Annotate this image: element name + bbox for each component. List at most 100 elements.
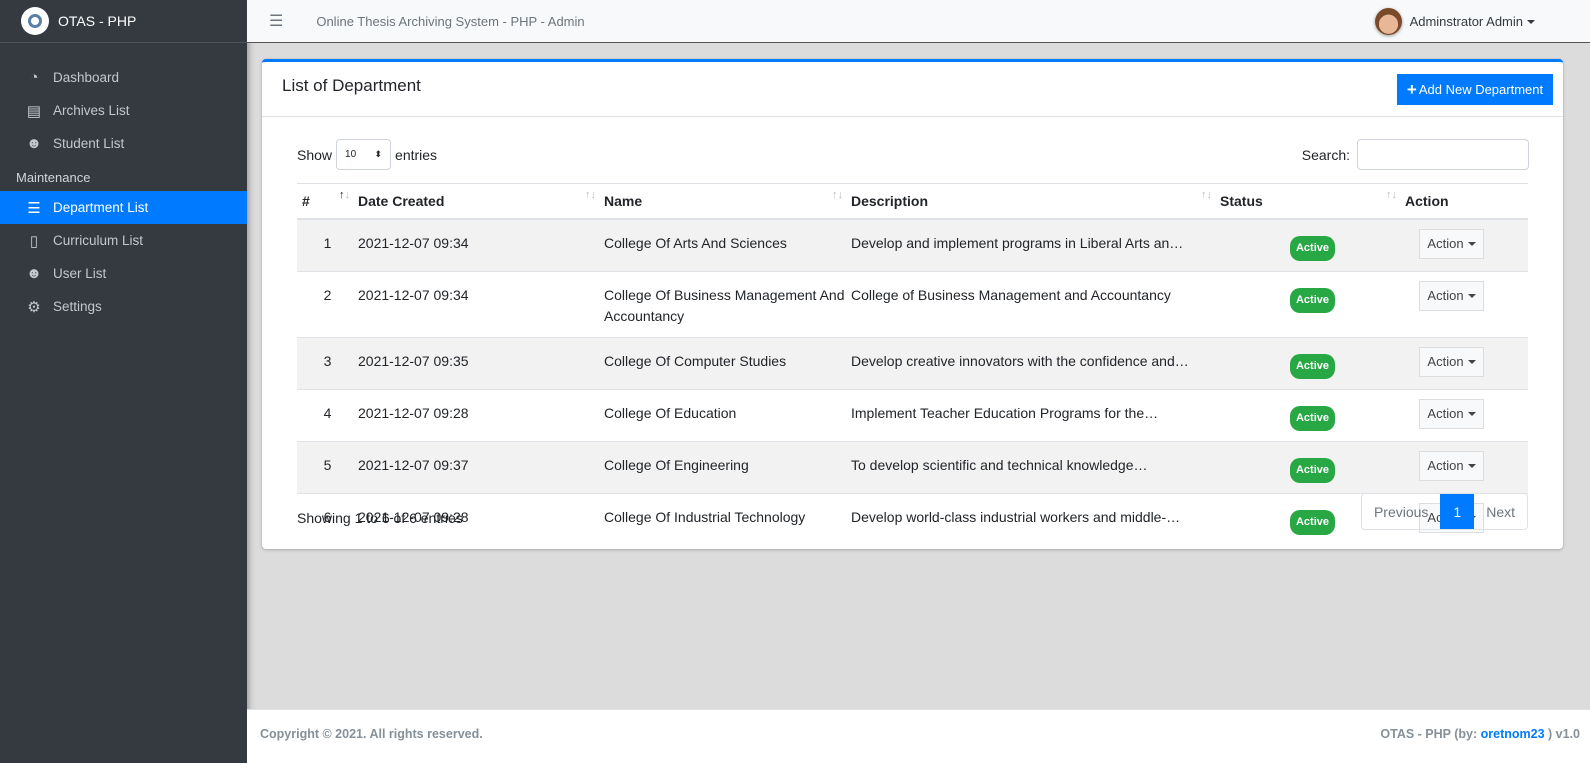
caret-down-icon bbox=[1467, 412, 1476, 417]
row-action-cell: Action bbox=[1405, 218, 1528, 271]
menu-toggle-icon[interactable]: ☰ bbox=[269, 11, 283, 31]
search-label: Search: bbox=[1301, 146, 1350, 163]
users-cog-icon: ☻ bbox=[26, 265, 42, 282]
page-title: List of Department bbox=[282, 76, 421, 95]
table-row: 2 2021-12-07 09:34 College Of Business M… bbox=[297, 270, 1528, 337]
action-dropdown-button[interactable]: Action bbox=[1419, 228, 1484, 259]
logo-icon bbox=[21, 7, 49, 35]
action-dropdown-button[interactable]: Action bbox=[1419, 280, 1484, 311]
sort-select-icon: ⬍ bbox=[374, 149, 383, 159]
row-action-cell: Action bbox=[1405, 336, 1528, 389]
page-length-select[interactable]: 10 ⬍ bbox=[336, 139, 392, 170]
sidebar-item-students[interactable]: ☻ Student List bbox=[0, 127, 247, 160]
status-badge: Active bbox=[1289, 235, 1336, 261]
next-page-button[interactable]: Next bbox=[1474, 494, 1527, 529]
column-header-number[interactable]: # ↑↓ bbox=[297, 183, 358, 220]
sidebar-item-label: Dashboard bbox=[53, 70, 120, 85]
cogs-icon: ⚙ bbox=[27, 298, 41, 316]
sidebar-item-archives[interactable]: ▤ Archives List bbox=[0, 94, 247, 127]
footer: Copyright © 2021. All rights reserved. O… bbox=[247, 709, 1590, 763]
avatar bbox=[1374, 8, 1402, 35]
status-badge: Active bbox=[1289, 509, 1336, 535]
row-name: College Of Engineering bbox=[604, 440, 851, 493]
row-date: 2021-12-07 09:37 bbox=[358, 440, 604, 493]
department-card: List of Department + Add New Department S… bbox=[262, 59, 1563, 549]
caret-down-icon bbox=[1467, 242, 1476, 247]
sidebar-item-label: Settings bbox=[53, 299, 102, 314]
row-name: College Of Education bbox=[604, 388, 851, 441]
row-status-cell: Active bbox=[1220, 336, 1405, 389]
action-dropdown-button[interactable]: Action bbox=[1419, 346, 1484, 377]
row-description: College of Business Management and Accou… bbox=[851, 270, 1220, 337]
row-number: 4 bbox=[297, 388, 358, 441]
table-row: 5 2021-12-07 09:37 College Of Engineerin… bbox=[297, 440, 1528, 493]
user-name: Adminstrator Admin bbox=[1409, 14, 1523, 29]
sidebar-item-curriculum[interactable]: ▯ Curriculum List bbox=[0, 224, 247, 257]
tachometer-icon: ◔ bbox=[29, 69, 39, 86]
sidebar-item-dashboard[interactable]: ◔ Dashboard bbox=[0, 61, 247, 94]
row-description: Develop and implement programs in Libera… bbox=[851, 218, 1220, 271]
plus-icon: + bbox=[1406, 79, 1417, 99]
sidebar-item-label: Student List bbox=[53, 136, 125, 151]
author-link[interactable]: oretnom23 bbox=[1481, 727, 1545, 741]
column-header-status[interactable]: Status ↑↓ bbox=[1220, 183, 1405, 220]
status-badge: Active bbox=[1289, 457, 1336, 483]
top-navbar: ☰ Online Thesis Archiving System - PHP -… bbox=[247, 0, 1590, 43]
scroll-icon: ▯ bbox=[29, 232, 39, 250]
user-menu[interactable]: Adminstrator Admin bbox=[1374, 8, 1535, 35]
page-1-button[interactable]: 1 bbox=[1440, 494, 1475, 529]
row-action-cell: Action bbox=[1405, 440, 1528, 493]
sort-icon: ↑↓ bbox=[1201, 189, 1212, 201]
brand-link[interactable]: OTAS - PHP bbox=[0, 0, 247, 43]
row-status-cell: Active bbox=[1220, 388, 1405, 441]
table-row: 4 2021-12-07 09:28 College Of Education … bbox=[297, 388, 1528, 441]
sort-icon: ↑↓ bbox=[585, 189, 596, 201]
row-date: 2021-12-07 09:34 bbox=[358, 218, 604, 271]
search-input[interactable] bbox=[1357, 139, 1529, 170]
row-status-cell: Active bbox=[1220, 440, 1405, 493]
column-header-action: Action bbox=[1405, 183, 1528, 220]
nav-section-maintenance: Maintenance bbox=[16, 170, 91, 185]
sidebar: OTAS - PHP ◔ Dashboard ▤ Archives List ☻ St… bbox=[0, 0, 247, 763]
row-name: College Of Business Management And Accou… bbox=[604, 270, 851, 337]
show-label: Show bbox=[297, 146, 333, 163]
sort-asc-icon: ↑↓ bbox=[339, 189, 350, 201]
row-status-cell: Active bbox=[1220, 270, 1405, 337]
sidebar-item-label: Archives List bbox=[53, 103, 130, 118]
status-badge: Active bbox=[1289, 353, 1336, 379]
sidebar-item-label: User List bbox=[53, 266, 107, 281]
action-dropdown-button[interactable]: Action bbox=[1419, 398, 1484, 429]
caret-down-icon bbox=[1467, 294, 1476, 299]
column-header-description[interactable]: Description ↑↓ bbox=[851, 183, 1220, 220]
add-button-label: Add New Department bbox=[1418, 82, 1544, 97]
system-title: Online Thesis Archiving System - PHP - A… bbox=[316, 13, 585, 29]
sidebar-item-users[interactable]: ☻ User List bbox=[0, 257, 247, 290]
row-number: 2 bbox=[297, 270, 358, 337]
column-header-date[interactable]: Date Created ↑↓ bbox=[358, 183, 604, 220]
column-header-name[interactable]: Name ↑↓ bbox=[604, 183, 851, 220]
row-number: 5 bbox=[297, 440, 358, 493]
pagination: Previous 1 Next bbox=[1360, 493, 1528, 530]
row-number: 3 bbox=[297, 336, 358, 389]
sidebar-item-settings[interactable]: ⚙ Settings bbox=[0, 290, 247, 323]
table-row: 6 2021-12-07 09:28 College Of Industrial… bbox=[297, 492, 1528, 545]
add-department-button[interactable]: + Add New Department bbox=[1397, 74, 1553, 105]
row-description: To develop scientific and technical know… bbox=[851, 440, 1220, 493]
status-badge: Active bbox=[1289, 287, 1336, 313]
sort-icon: ↑↓ bbox=[832, 189, 843, 201]
row-date: 2021-12-07 09:35 bbox=[358, 336, 604, 389]
sidebar-item-department[interactable]: ☰ Department List bbox=[0, 191, 247, 224]
action-dropdown-button[interactable]: Action bbox=[1419, 450, 1484, 481]
row-description: Implement Teacher Education Programs for… bbox=[851, 388, 1220, 441]
page-length-value: 10 bbox=[345, 149, 357, 160]
previous-page-button[interactable]: Previous bbox=[1362, 494, 1440, 529]
th-list-icon: ☰ bbox=[27, 199, 41, 217]
caret-down-icon bbox=[1467, 360, 1476, 365]
sort-icon: ↑↓ bbox=[1386, 189, 1397, 201]
brand-text: OTAS - PHP bbox=[58, 13, 137, 29]
row-name: College Of Computer Studies bbox=[604, 336, 851, 389]
footer-credit: OTAS - PHP (by: oretnom23 ) v1.0 bbox=[1380, 727, 1580, 741]
scrollbar[interactable] bbox=[1565, 43, 1590, 709]
row-name: College Of Industrial Technology bbox=[604, 492, 851, 545]
archive-icon: ▤ bbox=[26, 102, 42, 120]
